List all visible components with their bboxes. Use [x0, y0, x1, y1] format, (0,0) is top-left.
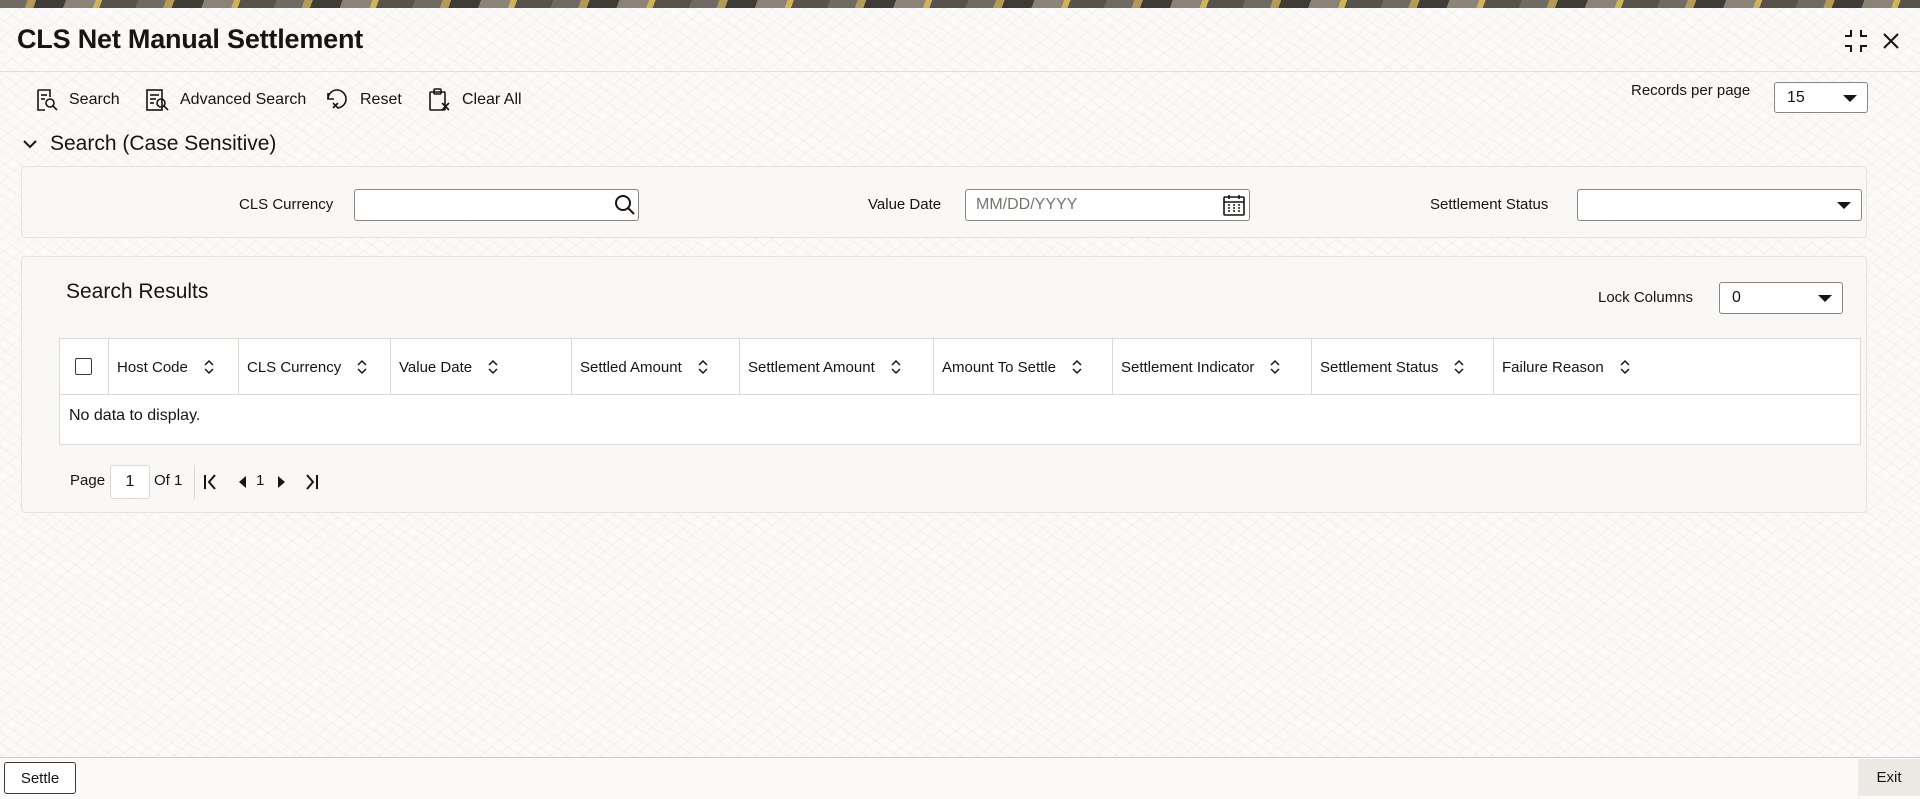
select-all-checkbox[interactable] — [75, 358, 92, 375]
footer-bar: Settle Exit — [0, 757, 1920, 799]
current-page-input[interactable]: 1 — [110, 465, 150, 499]
search-section-title: Search (Case Sensitive) — [50, 132, 277, 155]
collapse-window-button[interactable] — [1841, 26, 1871, 56]
sort-icon — [698, 359, 708, 375]
reset-icon — [327, 89, 347, 109]
lock-columns-value: 0 — [1732, 289, 1741, 306]
value-date-label: Value Date — [868, 196, 942, 213]
column-header-label: Settlement Amount — [748, 358, 875, 376]
column-header-host-code[interactable]: Host Code — [109, 339, 239, 395]
sort-icon — [891, 359, 901, 375]
collapse-icon — [1845, 30, 1867, 52]
clear-all-button[interactable]: Clear All — [426, 84, 522, 116]
sort-icon — [204, 359, 214, 375]
clear-all-icon — [429, 88, 450, 111]
column-header-label: Settlement Indicator — [1121, 358, 1255, 376]
search-button-label: Search — [69, 91, 120, 108]
column-header-settlement-status[interactable]: Settlement Status — [1312, 339, 1494, 395]
previous-page-icon[interactable] — [232, 471, 254, 493]
settle-button[interactable]: Settle — [4, 762, 76, 794]
column-header-label: Host Code — [117, 358, 188, 376]
column-header-label: Amount To Settle — [942, 358, 1056, 376]
sort-icon — [1270, 359, 1280, 375]
cls-currency-input[interactable] — [354, 189, 639, 221]
settlement-status-label: Settlement Status — [1430, 196, 1549, 213]
column-header-settled-amount[interactable]: Settled Amount — [572, 339, 740, 395]
page-count-label: Of 1 — [154, 472, 183, 489]
records-per-page-value: 15 — [1787, 88, 1805, 106]
chevron-down-icon — [1843, 94, 1857, 102]
search-button[interactable]: Search — [33, 84, 120, 116]
next-page-icon[interactable] — [270, 471, 292, 493]
column-header-amount-to-settle[interactable]: Amount To Settle — [934, 339, 1113, 395]
chevron-down-icon — [1837, 202, 1851, 209]
clear-all-button-label: Clear All — [462, 91, 522, 108]
advanced-search-button-label: Advanced Search — [180, 91, 307, 108]
table-header: Host Code CLS Currency Value Date Settle… — [60, 339, 1860, 395]
search-criteria-panel: CLS Currency Value Date Settlement Statu… — [21, 166, 1867, 238]
pager-divider — [194, 465, 195, 499]
nav-page-number: 1 — [256, 472, 265, 489]
results-table: Host Code CLS Currency Value Date Settle… — [59, 338, 1861, 445]
value-date-input[interactable] — [965, 189, 1250, 221]
sort-icon — [1454, 359, 1464, 375]
settlement-status-select[interactable] — [1577, 189, 1862, 221]
search-section-toggle[interactable]: Search (Case Sensitive) — [20, 132, 276, 156]
advanced-search-button[interactable]: Advanced Search — [144, 84, 306, 116]
column-header-settlement-indicator[interactable]: Settlement Indicator — [1113, 339, 1312, 395]
sort-icon — [1072, 359, 1082, 375]
close-icon — [1883, 33, 1899, 49]
column-header-failure-reason[interactable]: Failure Reason — [1494, 339, 1860, 395]
advanced-search-icon — [146, 89, 169, 111]
search-icon — [37, 89, 58, 111]
records-per-page-label: Records per page — [1631, 82, 1751, 99]
reset-button[interactable]: Reset — [324, 84, 402, 116]
column-header-label: Settlement Status — [1320, 358, 1439, 376]
title-bar: CLS Net Manual Settlement — [0, 8, 1920, 72]
column-header-label: Value Date — [399, 358, 473, 376]
sort-icon — [357, 359, 367, 375]
search-icon[interactable] — [613, 193, 637, 217]
sort-icon — [488, 359, 498, 375]
header-banner — [0, 0, 1920, 8]
lock-columns-select[interactable]: 0 — [1719, 282, 1843, 314]
cls-currency-label: CLS Currency — [239, 196, 334, 213]
calendar-icon[interactable] — [1222, 193, 1246, 217]
reset-button-label: Reset — [360, 91, 402, 108]
search-results-title: Search Results — [66, 280, 209, 303]
select-all-column — [60, 339, 109, 395]
column-header-label: Settled Amount — [580, 358, 682, 376]
page-title: CLS Net Manual Settlement — [17, 24, 364, 54]
close-window-button[interactable] — [1876, 26, 1906, 56]
first-page-icon[interactable] — [200, 471, 222, 493]
records-per-page-select[interactable]: 15 — [1774, 82, 1868, 113]
chevron-down-icon — [23, 140, 37, 149]
page-label: Page — [70, 472, 106, 489]
column-header-cls-currency[interactable]: CLS Currency — [239, 339, 391, 395]
lock-columns-label: Lock Columns — [1598, 289, 1694, 306]
column-header-label: CLS Currency — [247, 358, 342, 376]
last-page-icon[interactable] — [300, 471, 322, 493]
no-data-message: No data to display. — [69, 407, 201, 424]
sort-icon — [1620, 359, 1630, 375]
column-header-settlement-amount[interactable]: Settlement Amount — [740, 339, 934, 395]
column-header-label: Failure Reason — [1502, 358, 1604, 376]
exit-button[interactable]: Exit — [1858, 759, 1920, 796]
chevron-down-icon — [1818, 295, 1832, 302]
column-header-value-date[interactable]: Value Date — [391, 339, 572, 395]
